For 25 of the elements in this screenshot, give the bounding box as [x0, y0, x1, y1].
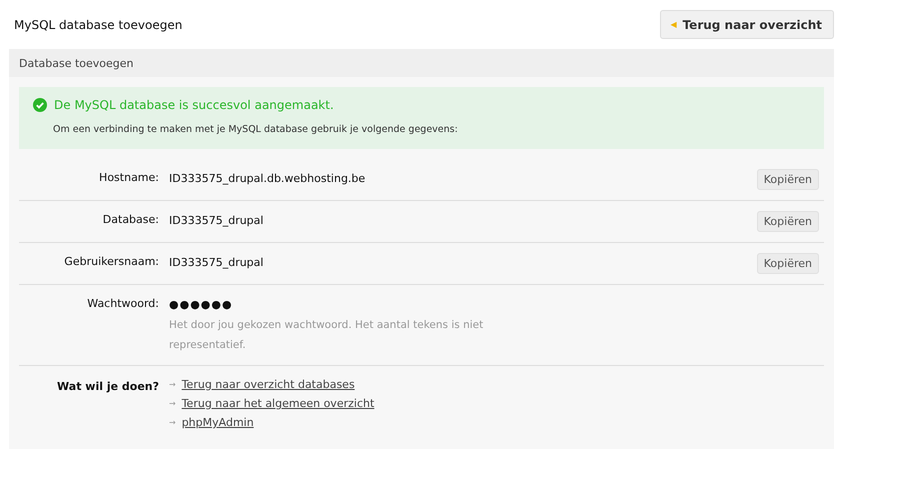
success-text: Om een verbinding te maken met je MySQL database gebruik je volgende gegevens:	[53, 124, 459, 135]
check-icon	[33, 98, 47, 112]
page-title: MySQL database toevoegen	[13, 18, 182, 32]
password-value: ●●●●●●	[169, 298, 234, 311]
action-link[interactable]: phpMyAdmin	[182, 416, 254, 429]
field-value: ID333575_drupal	[169, 255, 264, 269]
copy-button[interactable]: Kopiëren	[756, 253, 819, 274]
back-button[interactable]: ◀ Terug naar overzicht	[660, 10, 834, 39]
field-label: Database:	[102, 212, 160, 226]
arrow-icon: →	[169, 418, 176, 427]
password-hint: Het door jou gekozen wachtwoord. Het aantal tekens is niet representatief.	[169, 318, 484, 353]
copy-button[interactable]: Kopiëren	[756, 169, 819, 190]
panel-header: Database toevoegen	[9, 49, 834, 77]
action-link[interactable]: Terug naar het algemeen overzicht	[182, 397, 374, 410]
field-value: ID333575_drupal.db.webhosting.be	[169, 171, 366, 185]
copy-button[interactable]: Kopiëren	[756, 211, 819, 232]
field-label: Gebruikersnaam:	[63, 254, 160, 268]
arrow-icon: →	[169, 380, 176, 389]
success-title: De MySQL database is succesvol aangemaakt.	[54, 98, 334, 112]
field-label: Hostname:	[98, 170, 160, 184]
field-label: Wachtwoord:	[86, 296, 160, 310]
action-link[interactable]: Terug naar overzicht databases	[182, 378, 355, 391]
field-value: ID333575_drupal	[169, 213, 264, 227]
arrow-icon: →	[169, 399, 176, 408]
actions-label: Wat wil je doen?	[56, 379, 160, 395]
